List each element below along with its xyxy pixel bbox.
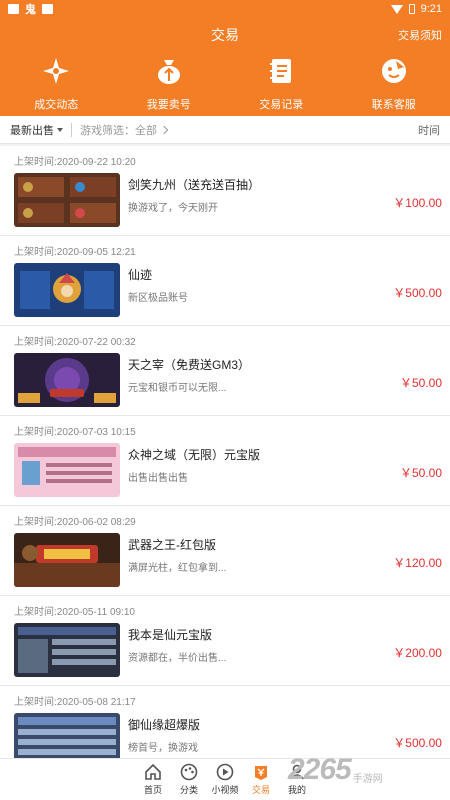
status-time: 9:21 — [420, 3, 442, 15]
listing-desc: 新区极品账号 — [128, 293, 188, 304]
listing-title: 众神之域（无限）元宝版 — [128, 448, 261, 462]
palette-icon — [180, 763, 198, 781]
listing-title: 天之宰（免费送GM3） — [128, 358, 251, 372]
nav-home[interactable]: 首页 — [135, 759, 171, 800]
trade-records-label: 交易记录 — [259, 99, 304, 111]
app-notify-icon: 鬼 — [25, 4, 36, 16]
time-sort[interactable]: 时间 — [418, 122, 440, 138]
nav-home-label: 首页 — [143, 785, 162, 795]
wifi-icon — [390, 4, 403, 14]
list-item[interactable]: 上架时间:2020-05-11 09:10 我本是仙元宝版 资源都在，半价出售.… — [0, 596, 450, 686]
play-icon — [216, 763, 234, 781]
listing-time: 上架时间:2020-09-22 10:20 — [14, 157, 136, 168]
listing-time: 上架时间:2020-07-22 00:32 — [14, 337, 136, 348]
list-item[interactable]: 上架时间:2020-09-05 12:21 仙迹 新区极品账号 ￥500.00 — [0, 236, 450, 326]
nav-trade[interactable]: 交易 — [243, 759, 279, 800]
listing-time: 上架时间:2020-07-03 10:15 — [14, 427, 136, 438]
deal-dynamics-button[interactable]: 成交动态 — [0, 52, 113, 116]
a-notify-icon — [42, 4, 53, 14]
nav-video-label: 小视频 — [211, 785, 239, 795]
listing-time: 上架时间:2020-05-08 21:17 — [14, 697, 136, 708]
divider — [71, 122, 72, 137]
listing-time: 上架时间:2020-09-05 12:21 — [14, 247, 136, 258]
list-item[interactable]: 上架时间:2020-07-03 10:15 众神之域（无限）元宝版 出售出售出售… — [0, 416, 450, 506]
trade-records-button[interactable]: 交易记录 — [225, 52, 338, 116]
sort-label: 最新出售 — [10, 124, 54, 137]
notebook-icon — [266, 56, 296, 86]
home-icon — [144, 763, 162, 781]
battery-icon — [408, 4, 415, 14]
listing-price: ￥500.00 — [393, 286, 442, 300]
game-filter[interactable]: 游戏筛选：全部 — [80, 122, 169, 138]
page-title: 交易 — [211, 27, 239, 43]
image-icon — [8, 4, 19, 14]
game-thumbnail — [14, 443, 120, 497]
sell-account-label: 我要卖号 — [146, 99, 191, 111]
deal-dynamics-label: 成交动态 — [34, 99, 79, 111]
listing-title: 御仙缘超爆版 — [128, 718, 201, 732]
trade-icon — [252, 763, 270, 781]
game-thumbnail — [14, 533, 120, 587]
watermark-number: 2265 — [288, 753, 352, 786]
listing-price: ￥120.00 — [393, 556, 442, 570]
listing-title: 剑笑九州（送充送百抽） — [128, 178, 261, 192]
game-filter-label: 游戏筛选：全部 — [80, 124, 157, 137]
header: 交易 交易须知 成交动态 我要卖号 交易记录 联系客服 — [0, 18, 450, 116]
filter-bar: 最新出售 游戏筛选：全部 时间 — [0, 116, 450, 144]
nav-video[interactable]: 小视频 — [207, 759, 243, 800]
listing-time: 上架时间:2020-05-11 09:10 — [14, 607, 135, 618]
listing-price: ￥200.00 — [393, 646, 442, 660]
watermark-logo: 2265 手游网 — [288, 746, 448, 794]
listing-price: ￥50.00 — [399, 376, 442, 390]
listing-desc: 资源都在，半价出售... — [128, 653, 227, 664]
watermark-text: 手游网 — [352, 773, 383, 785]
game-thumbnail — [14, 623, 120, 677]
listing-title: 我本是仙元宝版 — [128, 628, 213, 642]
game-thumbnail — [14, 263, 120, 317]
sell-account-button[interactable]: 我要卖号 — [113, 52, 226, 116]
customer-service-label: 联系客服 — [371, 99, 416, 111]
nav-trade-label: 交易 — [251, 785, 270, 795]
game-thumbnail — [14, 713, 120, 758]
customer-service-icon — [379, 56, 409, 86]
listing-title: 武器之王-红包版 — [128, 538, 216, 552]
listing-desc: 换游戏了，今天刚开 — [128, 203, 218, 214]
listing-desc: 满屏光柱，红包拿到... — [128, 563, 227, 574]
listing-time: 上架时间:2020-06-02 08:29 — [14, 517, 136, 528]
listing-desc: 榜首号，换游戏 — [128, 743, 198, 754]
caret-down-icon — [57, 127, 63, 132]
game-thumbnail — [14, 173, 120, 227]
money-bag-icon — [154, 56, 184, 86]
listing-desc: 元宝和银币可以无限... — [128, 383, 227, 394]
nav-category-label: 分类 — [179, 785, 198, 795]
listing-desc: 出售出售出售 — [128, 473, 188, 484]
game-thumbnail — [14, 353, 120, 407]
list-item[interactable]: 上架时间:2020-07-22 00:32 天之宰（免费送GM3） 元宝和银币可… — [0, 326, 450, 416]
listing-list: 上架时间:2020-09-22 10:20 剑笑九州（送充送百抽） 换游戏了，今… — [0, 146, 450, 758]
status-bar: 鬼 9:21 — [0, 0, 450, 18]
sort-dropdown[interactable]: 最新出售 — [10, 122, 63, 138]
list-item[interactable]: 上架时间:2020-06-02 08:29 武器之王-红包版 满屏光柱，红包拿到… — [0, 506, 450, 596]
list-item[interactable]: 上架时间:2020-09-22 10:20 剑笑九州（送充送百抽） 换游戏了，今… — [0, 146, 450, 236]
trade-notice-link[interactable]: 交易须知 — [398, 27, 442, 43]
listing-price: ￥50.00 — [399, 466, 442, 480]
star-diamond-icon — [41, 56, 71, 86]
listing-title: 仙迹 — [128, 268, 153, 282]
customer-service-button[interactable]: 联系客服 — [338, 52, 450, 116]
nav-category[interactable]: 分类 — [171, 759, 207, 800]
chevron-right-icon — [159, 125, 169, 134]
listing-price: ￥100.00 — [393, 196, 442, 210]
